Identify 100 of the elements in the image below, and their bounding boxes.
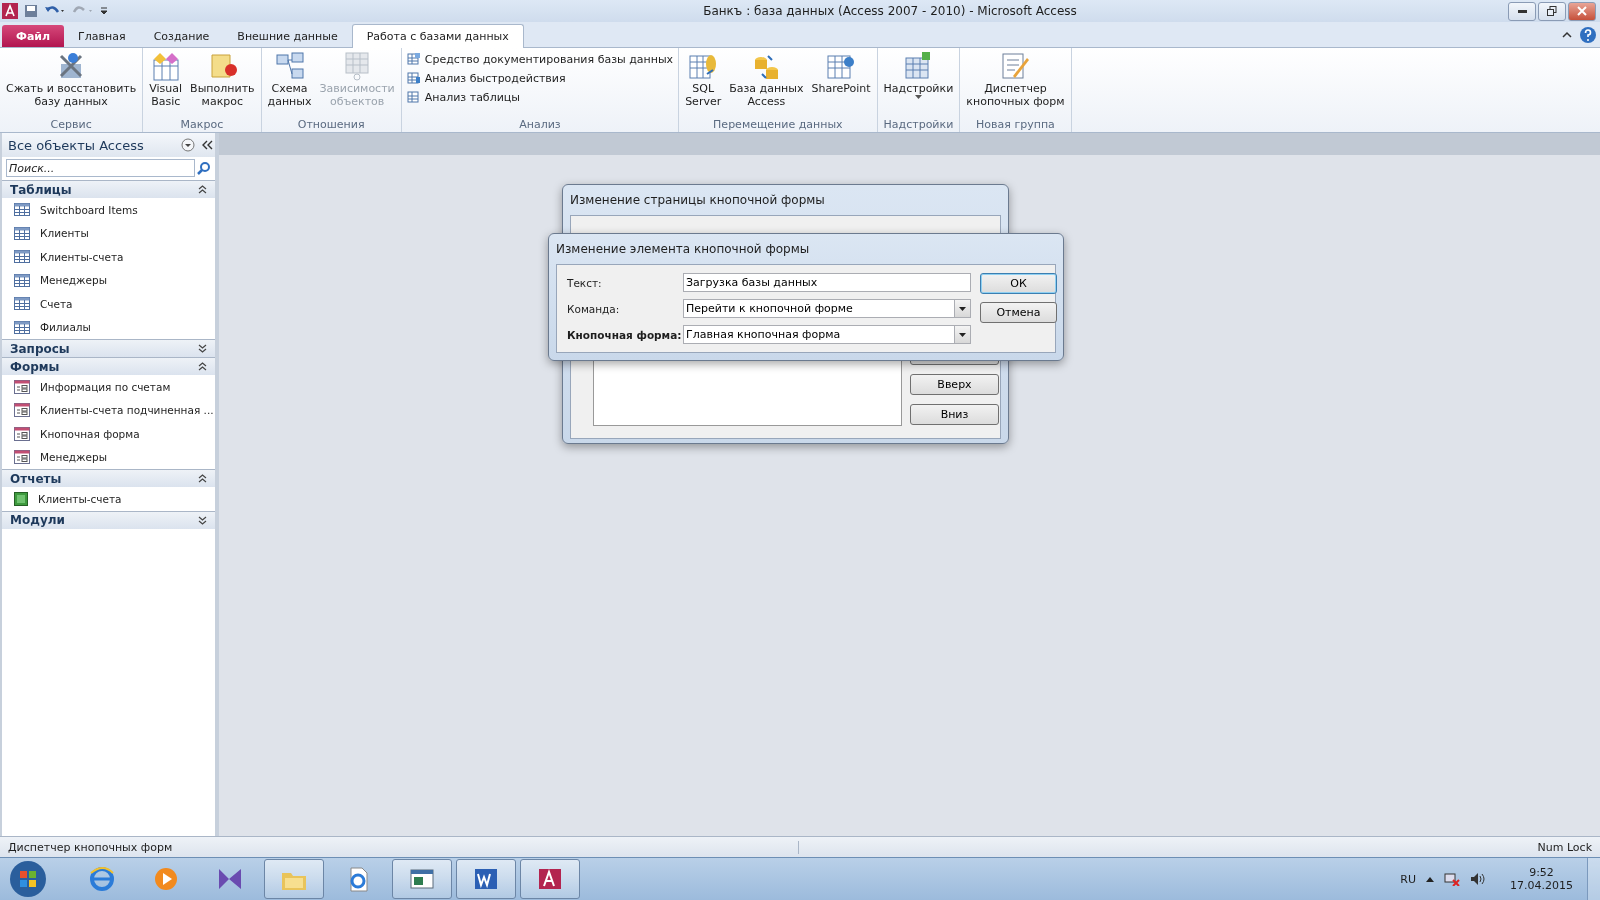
dialog-button[interactable]: ОК <box>980 273 1057 294</box>
table-icon <box>14 250 30 264</box>
close-icon <box>1577 6 1587 16</box>
pane-title: Все объекты Access <box>8 137 145 153</box>
report-icon <box>14 491 28 506</box>
search-icon[interactable] <box>197 161 211 175</box>
ribbon-button[interactable]: Выполнить макрос <box>187 48 258 110</box>
taskbar-app[interactable] <box>456 859 516 899</box>
field-label: Команда: <box>567 302 621 315</box>
group-label: Сервис <box>49 118 93 132</box>
nav-item[interactable]: Клиенты-счета <box>2 245 215 269</box>
field-label: Кнопочная форма: <box>567 328 683 341</box>
combo-field[interactable]: Главная кнопочная форма <box>683 325 955 344</box>
table-icon <box>14 320 30 334</box>
network-icon[interactable] <box>1444 872 1460 886</box>
speaker-icon[interactable] <box>1470 872 1486 886</box>
expand-icon[interactable] <box>198 344 207 353</box>
search-field[interactable]: Поиск... <box>6 159 195 177</box>
group-label: Надстройки <box>882 118 955 132</box>
window-title: Банкъ : база данных (Access 2007 - 2010) - Microsoft Access <box>702 4 1078 18</box>
dropdown-arrow-icon <box>914 95 922 99</box>
language-indicator[interactable]: RU <box>1400 872 1416 886</box>
ribbon-button[interactable]: Диспетчер кнопочных форм <box>963 48 1068 110</box>
restore-icon <box>1547 6 1557 16</box>
app-logo-icon[interactable] <box>2 3 18 19</box>
taskbar-app[interactable] <box>520 859 580 899</box>
collapse-icon[interactable] <box>198 474 207 483</box>
ribbon-tab[interactable]: Создание <box>139 25 224 47</box>
group-header[interactable]: Таблицы <box>2 180 215 198</box>
status-text: Диспетчер кнопочных форм <box>0 840 799 854</box>
nav-item[interactable]: Кнопочная форма <box>2 422 215 446</box>
form-icon <box>14 426 30 441</box>
ribbon-button[interactable]: SQL Server <box>682 48 725 110</box>
table-icon <box>14 226 30 240</box>
start-button[interactable] <box>8 859 48 899</box>
table-icon <box>14 297 30 311</box>
ribbon-button[interactable]: Анализ быстродействия <box>404 70 676 86</box>
play-icon <box>152 865 180 893</box>
ribbon-tab[interactable]: Работа с базами данных <box>351 24 524 48</box>
dropdown-button[interactable] <box>955 299 971 318</box>
nav-item[interactable]: Клиенты <box>2 221 215 245</box>
minimize-ribbon-icon[interactable] <box>1562 31 1572 39</box>
taskbar-app[interactable] <box>392 859 452 899</box>
ribbon-button[interactable]: SharePoint <box>808 48 874 97</box>
nav-item[interactable]: Менеджеры <box>2 268 215 292</box>
ribbon-button[interactable]: Сжать и восстановить базу данных <box>3 48 140 110</box>
close-button[interactable] <box>1568 1 1596 21</box>
ribbon-button[interactable]: Схема данных <box>264 48 315 110</box>
ribbon-button[interactable]: Visual Basic <box>146 48 186 110</box>
combo-field[interactable]: Перейти к кнопочной форме <box>683 299 955 318</box>
taskbar-app[interactable] <box>264 859 324 899</box>
nav-item[interactable]: Счета <box>2 292 215 316</box>
ribbon-tab[interactable]: Главная <box>64 25 140 47</box>
nav-item[interactable]: Филиалы <box>2 315 215 339</box>
nav-item[interactable]: Клиенты-счета подчиненная ... <box>2 398 215 422</box>
nav-item[interactable]: Менеджеры <box>2 445 215 469</box>
tray-arrow-icon[interactable] <box>1426 876 1434 882</box>
text-field[interactable]: Загрузка базы данных <box>683 273 971 292</box>
restore-button[interactable] <box>1538 1 1566 21</box>
group-header[interactable]: Формы <box>2 357 215 375</box>
group-header[interactable]: Отчеты <box>2 469 215 487</box>
caret-icon <box>959 306 966 311</box>
form-pencil-icon <box>999 50 1032 82</box>
group-header[interactable]: Модули <box>2 510 215 529</box>
form-icon <box>14 379 30 394</box>
help-icon[interactable] <box>1580 27 1596 43</box>
dropdown-icon[interactable] <box>181 138 195 152</box>
customize-icon[interactable] <box>100 6 108 16</box>
ribbon-tab[interactable]: Файл <box>2 25 65 47</box>
caret-icon <box>959 332 966 337</box>
expand-icon[interactable] <box>198 515 207 525</box>
group-label: Перемещение данных <box>712 118 844 132</box>
status-indicator: Num Lock <box>1537 840 1593 854</box>
browser-icon <box>88 865 116 893</box>
ribbon-tab[interactable]: Внешние данные <box>223 25 352 47</box>
dialog-title: Изменение элемента кнопочной формы <box>556 241 811 258</box>
dialog-button[interactable]: Отмена <box>980 302 1057 323</box>
clock[interactable]: 9:52 17.04.2015 <box>1510 866 1573 892</box>
group-header[interactable]: Запросы <box>2 339 215 357</box>
dialog-button[interactable]: Вверх <box>910 374 999 395</box>
nav-item[interactable]: Switchboard Items <box>2 198 215 222</box>
ribbon-button[interactable]: База данных Access <box>726 48 807 110</box>
ribbon-button[interactable]: Средство документирования базы данных <box>404 51 676 67</box>
ribbon-button[interactable]: Надстройки <box>880 48 957 101</box>
save-icon[interactable] <box>24 4 38 18</box>
group-label: Новая группа <box>975 118 1056 132</box>
field-label: Текст: <box>567 276 603 289</box>
table-icon <box>14 203 30 217</box>
dropdown-button[interactable] <box>955 325 971 344</box>
collapse-icon[interactable] <box>198 185 207 194</box>
form-icon <box>14 450 30 465</box>
dialog-button[interactable]: Вниз <box>910 404 999 425</box>
ribbon-button[interactable]: Анализ таблицы <box>404 89 676 105</box>
collapse-icon[interactable] <box>198 362 207 371</box>
table-icon <box>14 273 30 287</box>
nav-item[interactable]: Информация по счетам <box>2 375 215 399</box>
nav-item[interactable]: Клиенты-счета <box>2 487 215 511</box>
group-label: Отношения <box>296 118 366 132</box>
minimize-button[interactable] <box>1508 1 1536 21</box>
minimize-icon <box>1517 9 1527 13</box>
